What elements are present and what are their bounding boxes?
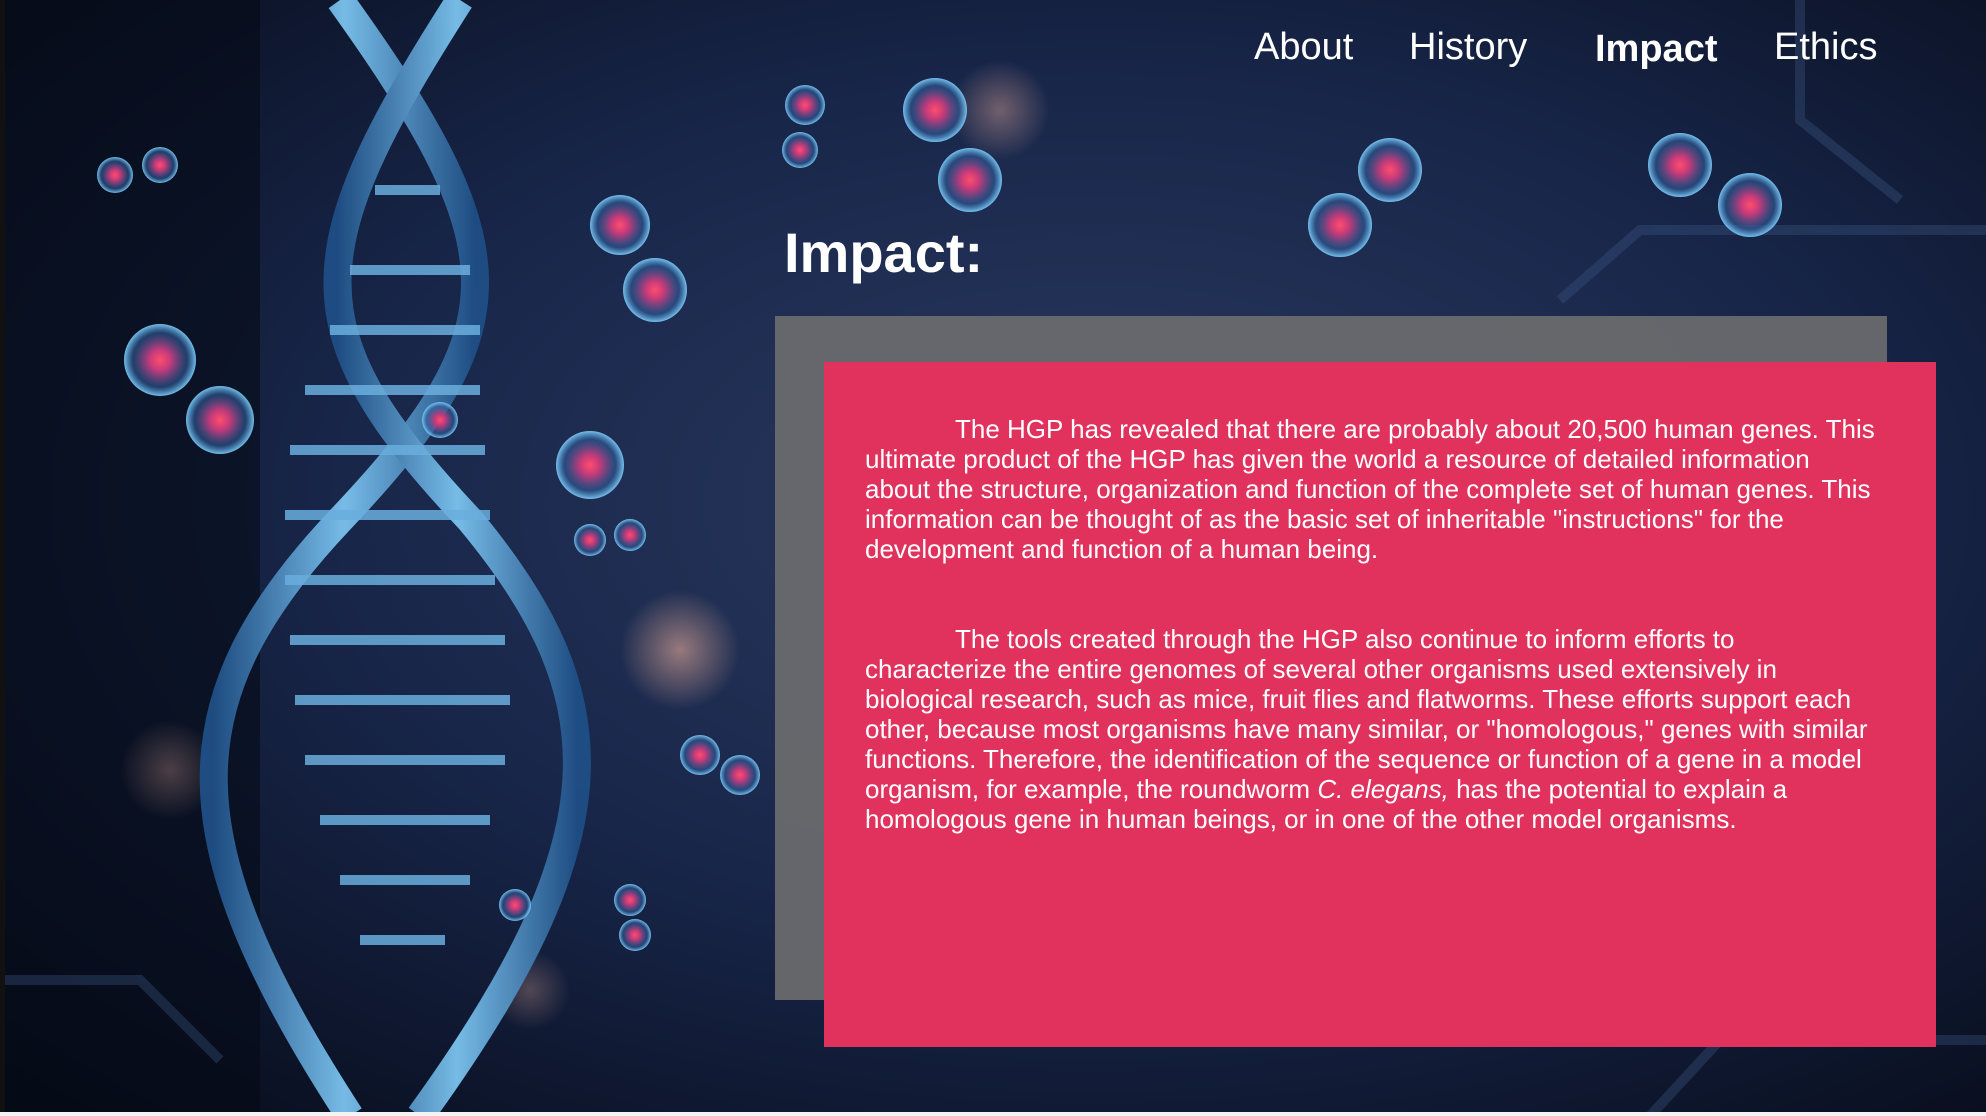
left-edge xyxy=(0,0,5,1116)
bottom-edge xyxy=(0,1112,1986,1116)
page-title: Impact: xyxy=(784,221,984,284)
species-name: C. elegans, xyxy=(1317,774,1449,804)
top-navigation: About History Impact Ethics xyxy=(1250,22,1890,82)
paragraph-model-organisms: The tools created through the HGP also c… xyxy=(865,624,1875,834)
nav-link-impact[interactable]: Impact xyxy=(1595,28,1717,71)
content-card: The HGP has revealed that there are prob… xyxy=(824,362,1936,1047)
nav-link-ethics[interactable]: Ethics xyxy=(1774,26,1877,69)
page: About History Impact Ethics Impact: The … xyxy=(0,0,1986,1116)
paragraph-genes: The HGP has revealed that there are prob… xyxy=(865,414,1875,564)
nav-link-history[interactable]: History xyxy=(1409,26,1527,69)
nav-link-about[interactable]: About xyxy=(1254,26,1353,69)
